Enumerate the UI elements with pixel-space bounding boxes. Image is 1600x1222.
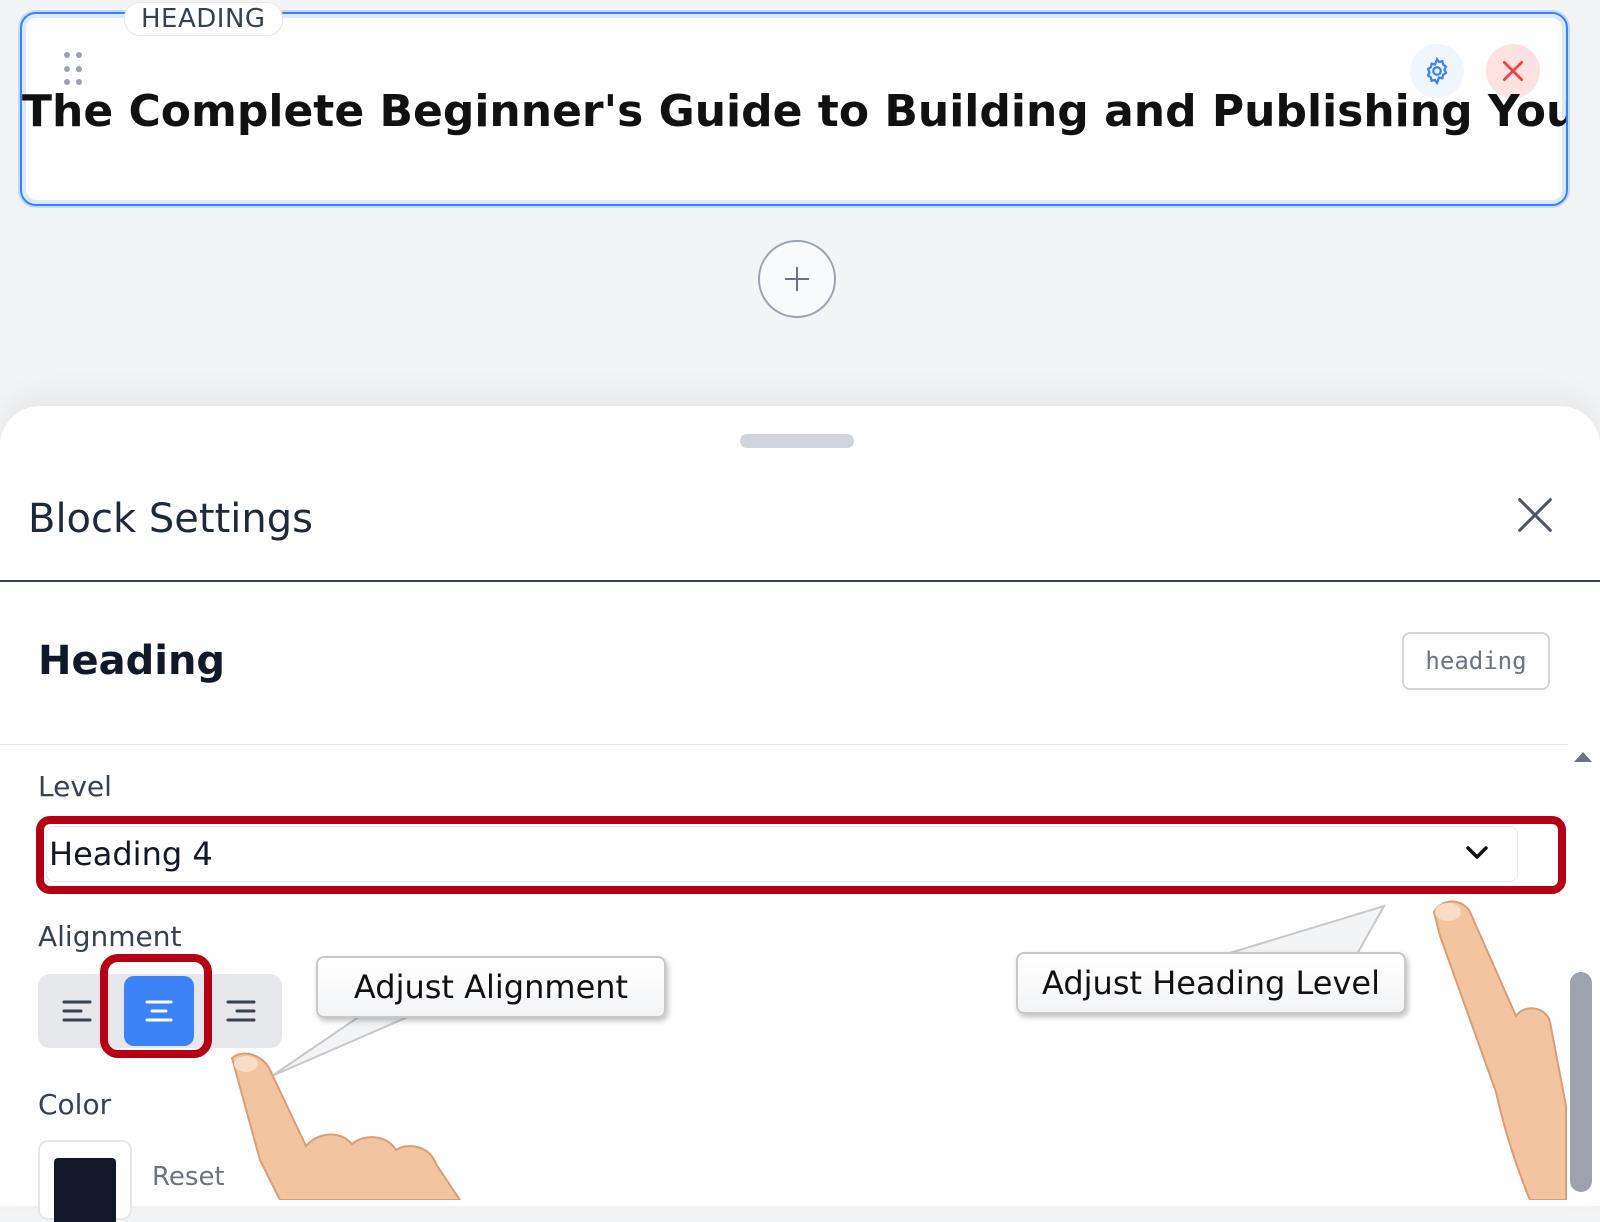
sheet-divider xyxy=(0,580,1600,582)
pointing-hand-icon xyxy=(230,1052,462,1200)
align-right-button[interactable] xyxy=(206,976,276,1046)
level-label: Level xyxy=(38,770,112,803)
alignment-label: Alignment xyxy=(38,920,182,953)
scroll-up-arrow-icon[interactable] xyxy=(1572,750,1594,764)
gear-icon xyxy=(1426,56,1448,86)
level-callout: Adjust Heading Level xyxy=(1016,952,1406,1014)
section-divider xyxy=(0,744,1568,745)
align-left-icon xyxy=(62,1000,92,1022)
color-reset-link[interactable]: Reset xyxy=(152,1162,225,1192)
scrollbar-thumb[interactable] xyxy=(1570,972,1592,1192)
sheet-close-button[interactable] xyxy=(1512,492,1558,538)
sheet-title: Block Settings xyxy=(28,496,313,542)
level-annotation-highlight xyxy=(36,816,1566,894)
alignment-annotation-highlight xyxy=(100,954,212,1058)
heading-text[interactable]: The Complete Beginner's Guide to Buildin… xyxy=(22,86,1566,137)
close-icon xyxy=(1518,498,1552,532)
block-type-tag: HEADING xyxy=(124,2,283,36)
plus-icon xyxy=(784,266,810,292)
close-icon xyxy=(1502,60,1524,82)
block-type-badge: heading xyxy=(1402,632,1550,690)
alignment-callout: Adjust Alignment xyxy=(316,956,666,1018)
color-swatch[interactable] xyxy=(38,1140,132,1222)
drag-handle-icon[interactable] xyxy=(64,52,88,88)
section-title: Heading xyxy=(38,638,226,684)
heading-block[interactable]: HEADING The Complete Beginner's Guide to… xyxy=(20,2,1568,206)
align-right-icon xyxy=(226,1000,256,1022)
add-block-button[interactable] xyxy=(758,240,836,318)
pointing-hand-icon xyxy=(1432,900,1567,1200)
color-label: Color xyxy=(38,1088,112,1121)
sheet-grabber[interactable] xyxy=(740,434,854,448)
color-swatch-fill xyxy=(54,1158,116,1222)
